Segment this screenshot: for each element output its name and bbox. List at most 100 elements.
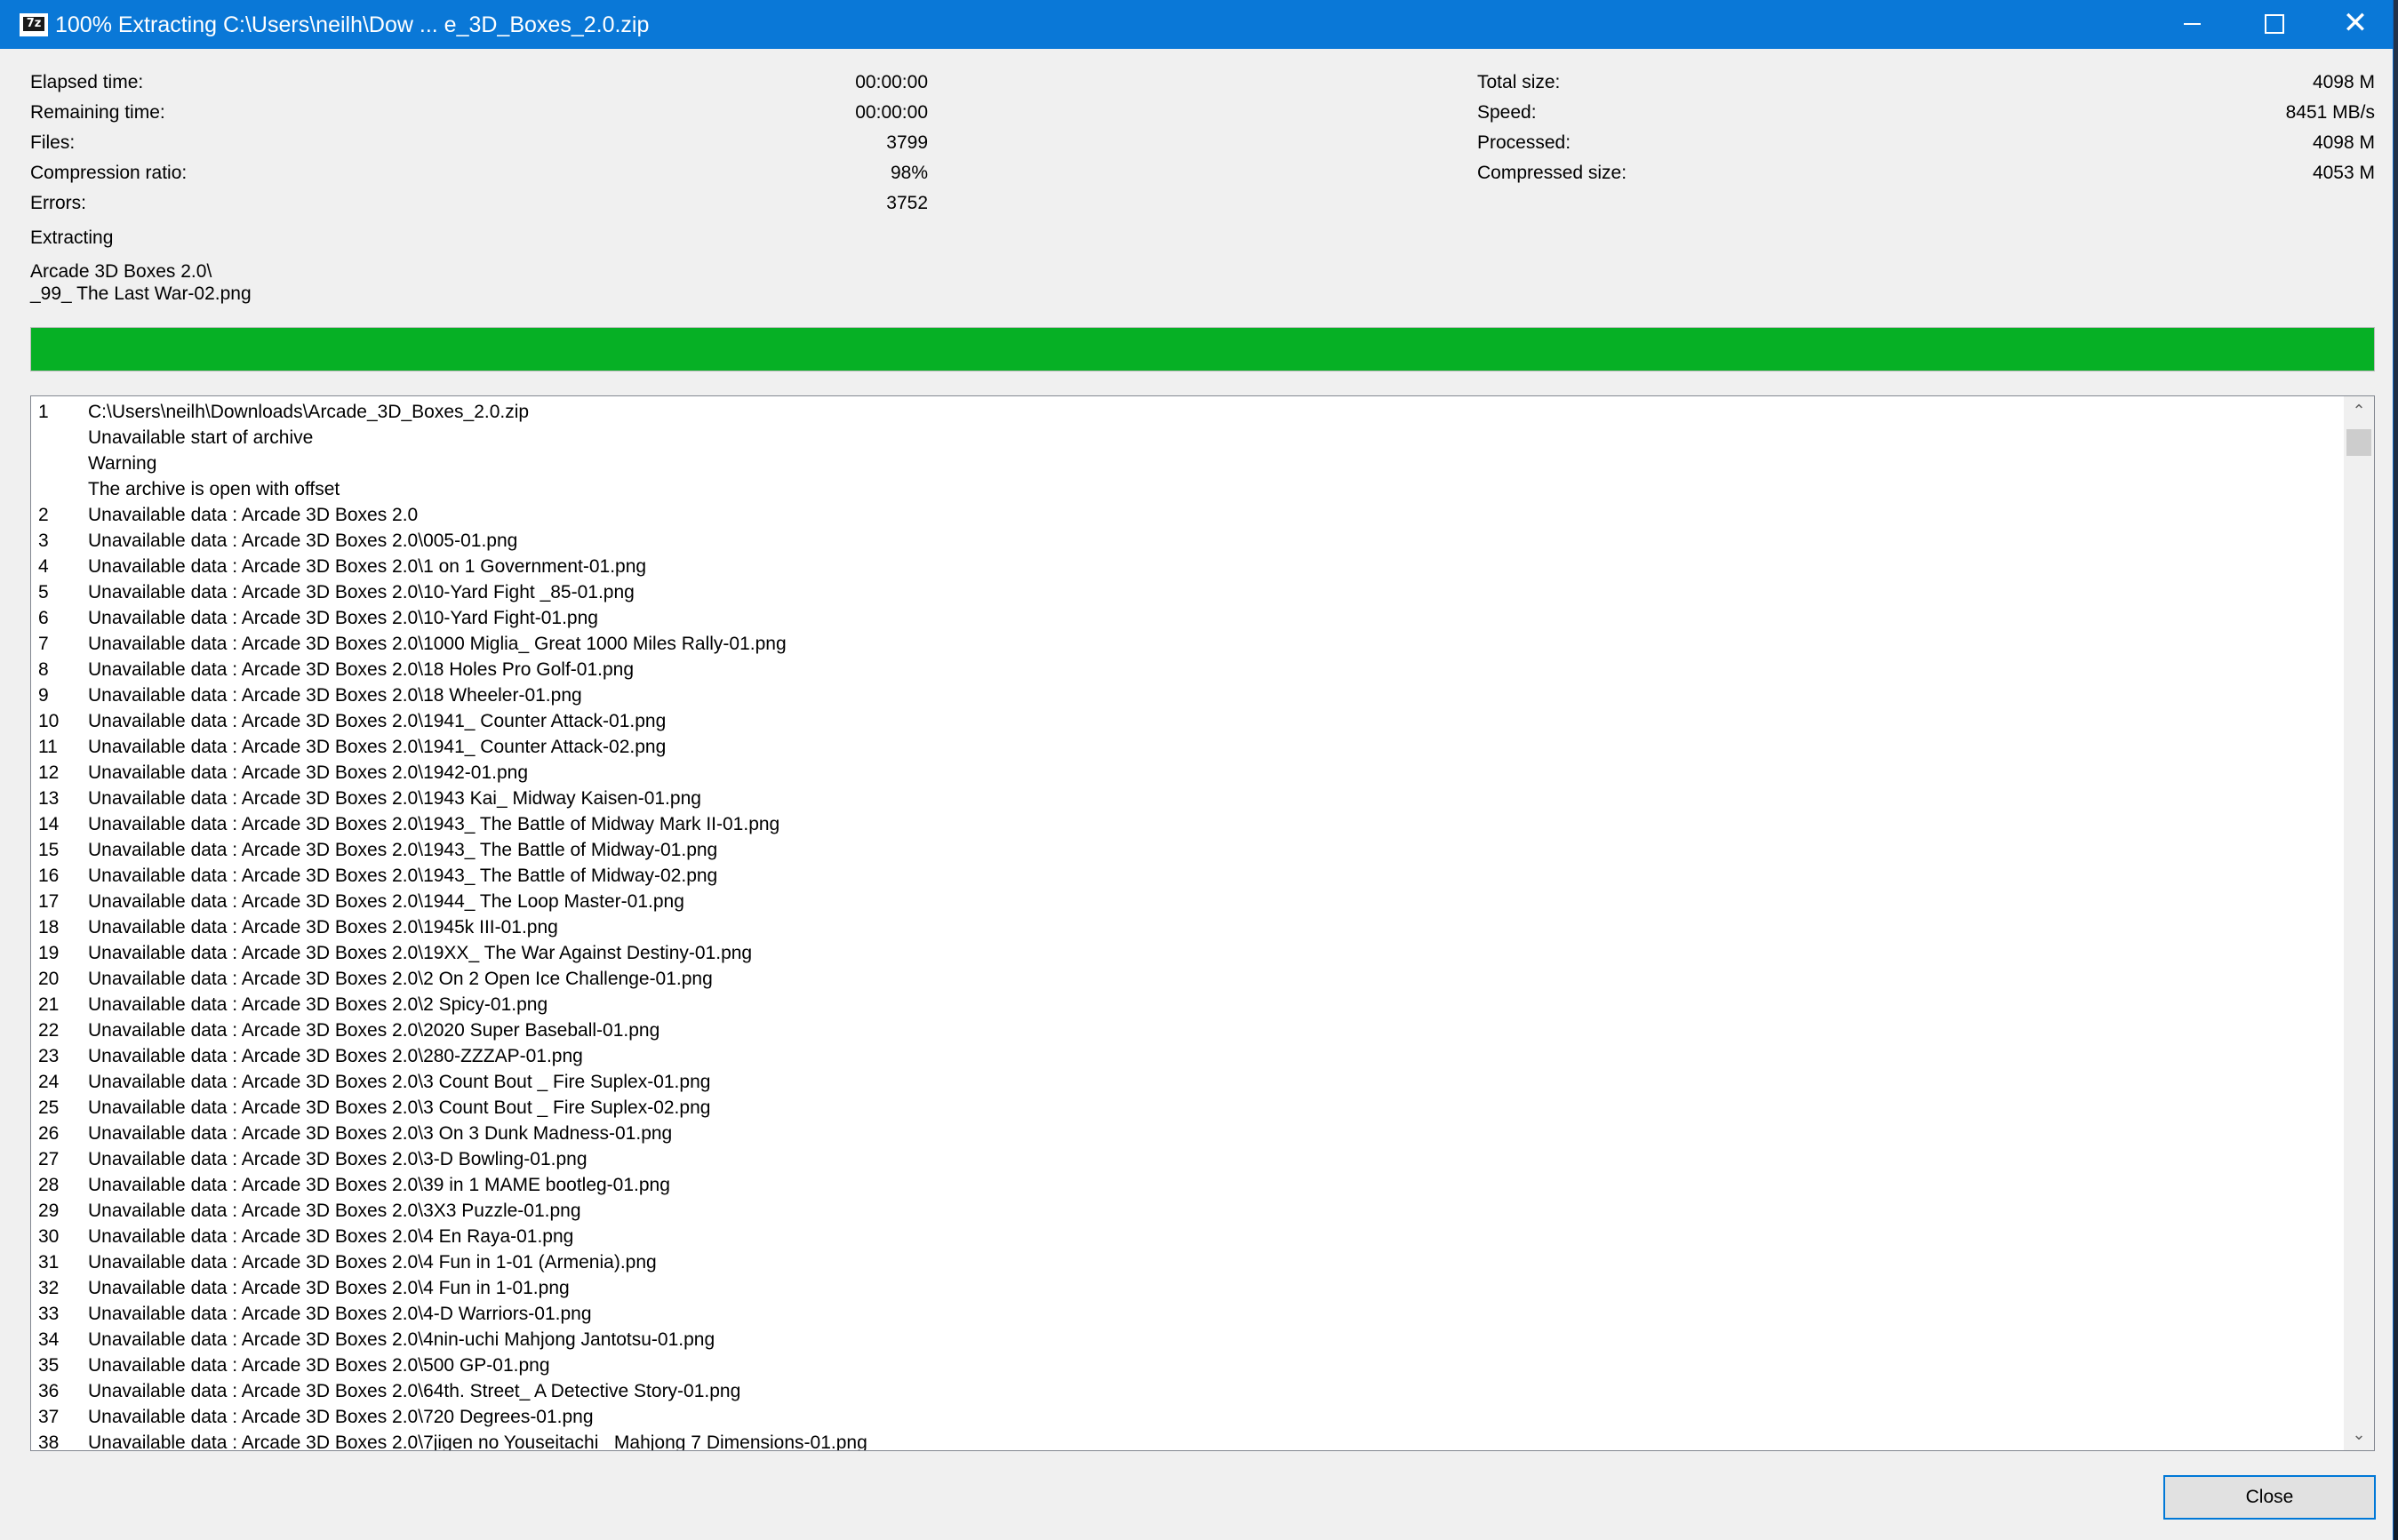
log-row[interactable]: 8 Unavailable data : Arcade 3D Boxes 2.0\… [31,657,2342,682]
log-row[interactable]: 19 Unavailable data : Arcade 3D Boxes 2.0… [31,940,2342,966]
log-row[interactable]: 18 Unavailable data : Arcade 3D Boxes 2.0… [31,914,2342,940]
log-row[interactable]: 13 Unavailable data : Arcade 3D Boxes 2.0… [31,786,2342,811]
scrollbar-thumb[interactable] [2346,429,2371,456]
log-row-number: 13 [38,788,60,809]
log-row-message: Unavailable data : Arcade 3D Boxes 2.0\3… [88,1149,588,1169]
errors-label: Errors: [30,193,86,213]
log-row[interactable]: 31 Unavailable data : Arcade 3D Boxes 2.0… [31,1249,2342,1275]
log-row-message: Warning [88,453,157,474]
processed-label: Processed: [1477,132,1571,153]
log-row[interactable]: 26 Unavailable data : Arcade 3D Boxes 2.0… [31,1121,2342,1146]
maximize-button[interactable] [2233,0,2314,49]
log-row-number: 11 [38,737,58,757]
speed-label: Speed: [1477,102,1537,123]
log-row[interactable]: 27 Unavailable data : Arcade 3D Boxes 2.0… [31,1146,2342,1172]
log-row[interactable]: 4 Unavailable data : Arcade 3D Boxes 2.0\… [31,554,2342,579]
close-icon: ✕ [2342,5,2369,41]
log-row[interactable]: 23 Unavailable data : Arcade 3D Boxes 2.0… [31,1043,2342,1069]
progress-bar [30,327,2375,371]
current-file: _99_ The Last War-02.png [30,283,252,304]
log-row-number: 6 [38,608,49,628]
log-row-number: 9 [38,685,49,706]
log-row[interactable]: 33 Unavailable data : Arcade 3D Boxes 2.0… [31,1301,2342,1327]
log-row[interactable]: 12 Unavailable data : Arcade 3D Boxes 2.0… [31,760,2342,786]
log-row-message: Unavailable data : Arcade 3D Boxes 2.0\3… [88,1123,673,1144]
log-row[interactable]: 11 Unavailable data : Arcade 3D Boxes 2.0… [31,734,2342,760]
log-row-number: 25 [38,1097,60,1118]
log-row-message: Unavailable data : Arcade 3D Boxes 2.0\7… [88,1407,594,1427]
log-row-number: 31 [38,1252,60,1273]
log-row-number: 26 [38,1123,60,1144]
log-row[interactable]: 35 Unavailable data : Arcade 3D Boxes 2.0… [31,1352,2342,1378]
log-row[interactable]: 7 Unavailable data : Arcade 3D Boxes 2.0\… [31,631,2342,657]
log-row[interactable]: 36 Unavailable data : Arcade 3D Boxes 2.0… [31,1378,2342,1404]
log-row-message: Unavailable data : Arcade 3D Boxes 2.0\2… [88,1020,660,1041]
window-close-button[interactable]: ✕ [2314,0,2396,49]
log-row[interactable]: Unavailable start of archive [31,425,2342,451]
log-row[interactable]: 14 Unavailable data : Arcade 3D Boxes 2.0… [31,811,2342,837]
compression-ratio-label: Compression ratio: [30,163,188,183]
log-row-number: 1 [38,402,49,422]
scroll-down-arrow-icon[interactable]: ⌄ [2344,1420,2374,1450]
log-row[interactable]: 16 Unavailable data : Arcade 3D Boxes 2.0… [31,863,2342,889]
log-row[interactable]: 6 Unavailable data : Arcade 3D Boxes 2.0\… [31,605,2342,631]
log-row-message: Unavailable data : Arcade 3D Boxes 2.0\1… [88,634,787,654]
log-row-number: 15 [38,840,60,860]
log-row-message: Unavailable data : Arcade 3D Boxes 2.0\1… [88,659,635,680]
log-row-message: C:\Users\neilh\Downloads\Arcade_3D_Boxes… [88,402,530,422]
title-bar[interactable]: 7z 100% Extracting C:\Users\neilh\Dow ..… [0,0,2393,49]
log-row[interactable]: 5 Unavailable data : Arcade 3D Boxes 2.0\… [31,579,2342,605]
extract-progress-dialog: 7z 100% Extracting C:\Users\neilh\Dow ..… [0,0,2394,1540]
log-row[interactable]: 30 Unavailable data : Arcade 3D Boxes 2.0… [31,1224,2342,1249]
log-row-message: Unavailable data : Arcade 3D Boxes 2.0\3… [88,1175,670,1195]
total-size-value: 4098 M [2312,72,2375,92]
log-row[interactable]: 28 Unavailable data : Arcade 3D Boxes 2.0… [31,1172,2342,1198]
log-row[interactable]: 25 Unavailable data : Arcade 3D Boxes 2.0… [31,1095,2342,1121]
log-row-message: Unavailable data : Arcade 3D Boxes 2.0\6… [88,1381,741,1401]
log-row-message: The archive is open with offset [88,479,340,499]
log-row-number: 24 [38,1072,60,1092]
log-row[interactable]: 17 Unavailable data : Arcade 3D Boxes 2.0… [31,889,2342,914]
log-row-number: 30 [38,1226,60,1247]
log-row[interactable]: Warning [31,451,2342,476]
log-row[interactable]: 15 Unavailable data : Arcade 3D Boxes 2.0… [31,837,2342,863]
log-row-number: 32 [38,1278,60,1298]
log-row-message: Unavailable data : Arcade 3D Boxes 2.0\1… [88,608,598,628]
log-row[interactable]: 37 Unavailable data : Arcade 3D Boxes 2.0… [31,1404,2342,1430]
log-row-number: 8 [38,659,49,680]
log-row[interactable]: 29 Unavailable data : Arcade 3D Boxes 2.0… [31,1198,2342,1224]
log-row-number: 14 [38,814,60,834]
log-row-message: Unavailable data : Arcade 3D Boxes 2.0\1… [88,943,753,963]
minimize-icon [2184,23,2201,25]
log-row[interactable]: 9 Unavailable data : Arcade 3D Boxes 2.0\… [31,682,2342,708]
log-row-message: Unavailable data : Arcade 3D Boxes 2.0\3… [88,1072,711,1092]
operation-status: Extracting [30,227,114,248]
processed-value: 4098 M [2312,132,2375,153]
message-log[interactable]: 1 C:\Users\neilh\Downloads\Arcade_3D_Boxe… [30,395,2375,1451]
log-row[interactable]: 10 Unavailable data : Arcade 3D Boxes 2.0… [31,708,2342,734]
close-button[interactable]: Close [2163,1475,2376,1520]
vertical-scrollbar[interactable]: ⌃ ⌄ [2344,396,2374,1450]
log-row-number: 21 [38,994,60,1015]
log-row-number: 35 [38,1355,60,1376]
log-row[interactable]: The archive is open with offset [31,476,2342,502]
compression-ratio-value: 98% [890,163,928,183]
log-row[interactable]: 24 Unavailable data : Arcade 3D Boxes 2.0… [31,1069,2342,1095]
log-row[interactable]: 2 Unavailable data : Arcade 3D Boxes 2.0 [31,502,2342,528]
log-row-message: Unavailable data : Arcade 3D Boxes 2.0\0… [88,531,518,551]
log-row-message: Unavailable data : Arcade 3D Boxes 2.0\1… [88,556,647,577]
scroll-up-arrow-icon[interactable]: ⌃ [2344,396,2374,427]
minimize-button[interactable] [2151,0,2233,49]
log-row[interactable]: 38 Unavailable data : Arcade 3D Boxes 2.0… [31,1430,2342,1451]
log-row[interactable]: 20 Unavailable data : Arcade 3D Boxes 2.0… [31,966,2342,992]
log-row-message: Unavailable data : Arcade 3D Boxes 2.0\1… [88,891,684,912]
log-row-number: 38 [38,1432,60,1451]
log-list: 1 C:\Users\neilh\Downloads\Arcade_3D_Boxe… [31,399,2342,1451]
log-row-number: 23 [38,1046,60,1066]
log-row[interactable]: 3 Unavailable data : Arcade 3D Boxes 2.0\… [31,528,2342,554]
log-row[interactable]: 22 Unavailable data : Arcade 3D Boxes 2.0… [31,1017,2342,1043]
log-row[interactable]: 21 Unavailable data : Arcade 3D Boxes 2.0… [31,992,2342,1017]
log-row[interactable]: 32 Unavailable data : Arcade 3D Boxes 2.0… [31,1275,2342,1301]
log-row[interactable]: 1 C:\Users\neilh\Downloads\Arcade_3D_Boxe… [31,399,2342,425]
log-row[interactable]: 34 Unavailable data : Arcade 3D Boxes 2.0… [31,1327,2342,1352]
